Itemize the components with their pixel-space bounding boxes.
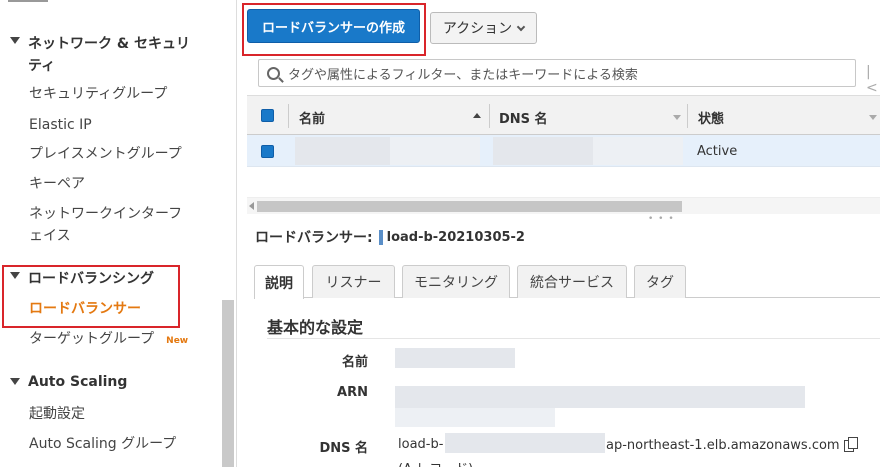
pane-resize-handle[interactable]: • • • xyxy=(648,214,675,224)
field-label-name: 名前 xyxy=(341,355,368,370)
sidebar-item-label: ターゲットグループ xyxy=(29,331,155,347)
sidebar-item-load-balancers[interactable]: ロードバランサー xyxy=(29,298,141,320)
main-content: ロードバランサーの作成 アクション タグや属性によるフィルター、またはキーワード… xyxy=(238,0,880,467)
detail-tabs: 説明 リスナー モニタリング 統合サービス タグ xyxy=(254,265,880,299)
sidebar-item-label: セキュリティグループ xyxy=(29,86,168,102)
sidebar-item-label: 起動設定 xyxy=(29,406,85,422)
redacted-dns xyxy=(493,137,593,165)
sidebar-top-divider xyxy=(8,0,48,3)
sidebar-scrollbar[interactable] xyxy=(222,300,234,467)
copy-icon[interactable] xyxy=(843,437,858,452)
redacted-arn-value xyxy=(395,408,555,427)
column-header-dns[interactable]: DNS 名 xyxy=(499,108,548,127)
column-divider xyxy=(489,104,490,128)
dns-suffix-text: ap-northeast-1.elb.amazonaws.com xyxy=(606,438,840,453)
tab-tags[interactable]: タグ xyxy=(634,265,686,298)
sidebar-item-label: Auto Scaling グループ xyxy=(29,436,177,452)
tab-integrated-services[interactable]: 統合サービス xyxy=(517,265,627,298)
sidebar-group-label: ネットワーク & セキュリティ xyxy=(28,36,190,74)
load-balancer-color-marker xyxy=(378,229,383,245)
sidebar-group-load-balancing[interactable]: ロードバランシング xyxy=(10,268,154,288)
redacted-arn-value xyxy=(395,386,805,408)
sidebar-group-label: ロードバランシング xyxy=(28,271,154,287)
table-header: 名前 DNS 名 状態 xyxy=(247,95,880,135)
column-header-name[interactable]: 名前 xyxy=(299,108,325,127)
sort-icon[interactable] xyxy=(673,115,681,120)
sidebar-group-label: Auto Scaling xyxy=(28,374,128,390)
column-header-state[interactable]: 状態 xyxy=(698,108,724,127)
search-filter-input[interactable]: タグや属性によるフィルター、またはキーワードによる検索 xyxy=(258,59,856,87)
sidebar-item-elastic-ip[interactable]: Elastic IP xyxy=(29,114,92,136)
sidebar-item-launch-configurations[interactable]: 起動設定 xyxy=(29,403,85,425)
sidebar-item-label: プレイスメントグループ xyxy=(29,146,182,162)
sidebar-item-label: ロードバランサー xyxy=(29,301,141,317)
select-all-checkbox[interactable] xyxy=(261,109,274,122)
row-checkbox[interactable] xyxy=(261,145,274,158)
sidebar-item-key-pairs[interactable]: キーペア xyxy=(29,173,85,195)
selected-load-balancer-name: load-b-20210305-2 xyxy=(386,229,525,245)
detail-title-label: ロードバランサー: xyxy=(255,230,373,246)
caret-down-icon xyxy=(10,272,20,279)
search-placeholder: タグや属性によるフィルター、またはキーワードによる検索 xyxy=(288,67,638,83)
row-state: Active xyxy=(697,144,738,159)
caret-down-icon xyxy=(10,37,20,44)
redacted-dns-value xyxy=(445,433,605,453)
dns-value-suffix: ap-northeast-1.elb.amazonaws.com xyxy=(606,437,858,453)
sidebar-item-label: ネットワークインターフェイス xyxy=(29,206,183,244)
tab-monitoring[interactable]: モニタリング xyxy=(402,265,510,298)
sidebar-item-security-groups[interactable]: セキュリティグループ xyxy=(29,83,167,105)
sidebar-item-target-groups[interactable]: ターゲットグループ New xyxy=(29,328,188,352)
redacted-name xyxy=(390,137,480,165)
column-divider xyxy=(288,104,289,128)
table-horizontal-scrollbar[interactable] xyxy=(247,197,880,214)
field-label-dns: DNS 名 xyxy=(319,441,368,456)
redacted-name-value xyxy=(395,348,515,368)
sidebar-group-network-security[interactable]: ネットワーク & セキュリティ xyxy=(10,33,215,77)
first-page-icon[interactable]: |< xyxy=(866,64,880,96)
actions-dropdown-button[interactable]: アクション xyxy=(430,12,537,44)
chevron-down-icon xyxy=(516,22,526,31)
field-label-arn: ARN xyxy=(337,385,368,400)
sidebar-item-auto-scaling-groups[interactable]: Auto Scaling グループ xyxy=(29,433,176,455)
sort-asc-icon[interactable] xyxy=(473,113,481,118)
caret-down-icon xyxy=(10,378,20,385)
section-basic-config-title: 基本的な設定 xyxy=(267,318,364,337)
sidebar-group-auto-scaling[interactable]: Auto Scaling xyxy=(10,374,127,390)
create-load-balancer-button[interactable]: ロードバランサーの作成 xyxy=(247,9,420,43)
table-row[interactable]: Active xyxy=(247,135,880,167)
section-divider xyxy=(267,338,880,339)
actions-label: アクション xyxy=(442,21,513,37)
new-badge: New xyxy=(166,336,189,346)
tab-listeners[interactable]: リスナー xyxy=(312,265,395,298)
sort-icon[interactable] xyxy=(869,115,877,120)
column-divider xyxy=(687,104,688,128)
dns-value-prefix: load-b- xyxy=(398,437,444,452)
dns-record-note: (A レコード) xyxy=(398,458,473,467)
scroll-left-icon[interactable] xyxy=(249,202,254,210)
sidebar-item-placement-groups[interactable]: プレイスメントグループ xyxy=(29,143,182,165)
sidebar-nav: ネットワーク & セキュリティ セキュリティグループ Elastic IP プレ… xyxy=(0,0,237,467)
detail-panel-title: ロードバランサー: load-b-20210305-2 xyxy=(255,227,525,247)
sidebar-item-label: キーペア xyxy=(29,176,85,192)
toolbar: ロードバランサーの作成 アクション xyxy=(238,0,880,56)
redacted-name xyxy=(295,137,390,165)
redacted-dns xyxy=(593,137,683,165)
scrollbar-thumb[interactable] xyxy=(257,201,682,212)
sidebar-item-network-interfaces[interactable]: ネットワークインターフェイス xyxy=(29,203,189,247)
tab-description[interactable]: 説明 xyxy=(254,265,304,299)
search-icon xyxy=(267,66,280,80)
load-balancer-table: 名前 DNS 名 状態 Active xyxy=(247,95,880,167)
sidebar-item-label: Elastic IP xyxy=(29,117,92,133)
